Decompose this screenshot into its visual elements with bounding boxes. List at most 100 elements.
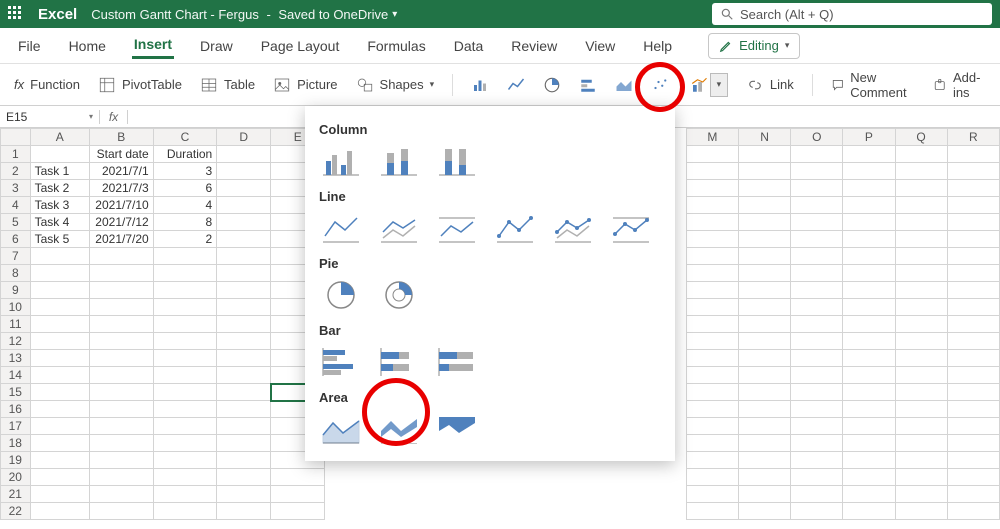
cell-A3[interactable]: Task 2 <box>30 180 89 197</box>
cell-C21[interactable] <box>153 486 217 503</box>
cell-Q5[interactable] <box>895 214 947 231</box>
cell-N9[interactable] <box>738 282 790 299</box>
cell-R13[interactable] <box>947 350 999 367</box>
row-header-3[interactable]: 3 <box>1 180 31 197</box>
row-header-19[interactable]: 19 <box>1 452 31 469</box>
cell-Q13[interactable] <box>895 350 947 367</box>
cell-C1[interactable]: Duration <box>153 146 217 163</box>
cell-O3[interactable] <box>791 180 843 197</box>
row-header-14[interactable]: 14 <box>1 367 31 384</box>
row-header-11[interactable]: 11 <box>1 316 31 333</box>
cell-O8[interactable] <box>791 265 843 282</box>
cell-D19[interactable] <box>217 452 271 469</box>
pie-chart-button[interactable] <box>543 76 561 94</box>
cell-N12[interactable] <box>738 333 790 350</box>
bar-chart-button[interactable] <box>579 76 597 94</box>
cell-C9[interactable] <box>153 282 217 299</box>
cell-D6[interactable] <box>217 231 271 248</box>
cell-C15[interactable] <box>153 384 217 401</box>
cell-B19[interactable] <box>89 452 153 469</box>
cell-A19[interactable] <box>30 452 89 469</box>
cell-O20[interactable] <box>791 469 843 486</box>
cell-M2[interactable] <box>686 163 738 180</box>
cell-O15[interactable] <box>791 384 843 401</box>
cell-M20[interactable] <box>686 469 738 486</box>
cell-N14[interactable] <box>738 367 790 384</box>
cell-N19[interactable] <box>738 452 790 469</box>
cell-N7[interactable] <box>738 248 790 265</box>
100-stacked-column-option[interactable] <box>435 143 479 179</box>
cell-N8[interactable] <box>738 265 790 282</box>
shapes-button[interactable]: Shapes ▾ <box>356 76 435 94</box>
row-header-9[interactable]: 9 <box>1 282 31 299</box>
col-header-B[interactable]: B <box>89 129 153 146</box>
cell-N15[interactable] <box>738 384 790 401</box>
chevron-down-icon[interactable]: ▾ <box>710 73 728 97</box>
cell-R6[interactable] <box>947 231 999 248</box>
cell-C3[interactable]: 6 <box>153 180 217 197</box>
row-header-1[interactable]: 1 <box>1 146 31 163</box>
cell-M9[interactable] <box>686 282 738 299</box>
cell-A10[interactable] <box>30 299 89 316</box>
cell-N4[interactable] <box>738 197 790 214</box>
cell-N17[interactable] <box>738 418 790 435</box>
cell-M3[interactable] <box>686 180 738 197</box>
area-option[interactable] <box>319 411 363 447</box>
cell-R17[interactable] <box>947 418 999 435</box>
cell-N3[interactable] <box>738 180 790 197</box>
cell-B22[interactable] <box>89 503 153 520</box>
100-stacked-area-option[interactable] <box>435 411 479 447</box>
row-header-8[interactable]: 8 <box>1 265 31 282</box>
tab-draw[interactable]: Draw <box>198 34 235 58</box>
cell-R15[interactable] <box>947 384 999 401</box>
row-header-22[interactable]: 22 <box>1 503 31 520</box>
cell-M1[interactable] <box>686 146 738 163</box>
cell-A12[interactable] <box>30 333 89 350</box>
cell-M16[interactable] <box>686 401 738 418</box>
100-stacked-line-markers-option[interactable] <box>609 210 653 246</box>
stacked-area-option[interactable] <box>377 411 421 447</box>
row-header-10[interactable]: 10 <box>1 299 31 316</box>
cell-C11[interactable] <box>153 316 217 333</box>
cell-N21[interactable] <box>738 486 790 503</box>
cell-R12[interactable] <box>947 333 999 350</box>
cell-R2[interactable] <box>947 163 999 180</box>
cell-P5[interactable] <box>843 214 895 231</box>
cell-P20[interactable] <box>843 469 895 486</box>
cell-O17[interactable] <box>791 418 843 435</box>
app-launcher-icon[interactable] <box>8 6 24 22</box>
cell-N13[interactable] <box>738 350 790 367</box>
cell-M15[interactable] <box>686 384 738 401</box>
cell-O13[interactable] <box>791 350 843 367</box>
line-option[interactable] <box>319 210 363 246</box>
cell-B12[interactable] <box>89 333 153 350</box>
cell-P2[interactable] <box>843 163 895 180</box>
row-header-17[interactable]: 17 <box>1 418 31 435</box>
cell-M11[interactable] <box>686 316 738 333</box>
cell-B2[interactable]: 2021/7/1 <box>89 163 153 180</box>
cell-A22[interactable] <box>30 503 89 520</box>
cell-M18[interactable] <box>686 435 738 452</box>
cell-R18[interactable] <box>947 435 999 452</box>
cell-A20[interactable] <box>30 469 89 486</box>
col-header-O[interactable]: O <box>791 129 843 146</box>
row-header-2[interactable]: 2 <box>1 163 31 180</box>
cell-R14[interactable] <box>947 367 999 384</box>
row-header-18[interactable]: 18 <box>1 435 31 452</box>
pivottable-button[interactable]: PivotTable <box>98 76 182 94</box>
search-input[interactable]: Search (Alt + Q) <box>712 3 992 25</box>
cell-O10[interactable] <box>791 299 843 316</box>
cell-O16[interactable] <box>791 401 843 418</box>
cell-C18[interactable] <box>153 435 217 452</box>
cell-R9[interactable] <box>947 282 999 299</box>
tab-insert[interactable]: Insert <box>132 32 174 59</box>
cell-O21[interactable] <box>791 486 843 503</box>
row-header-16[interactable]: 16 <box>1 401 31 418</box>
cell-B18[interactable] <box>89 435 153 452</box>
cell-N1[interactable] <box>738 146 790 163</box>
tab-file[interactable]: File <box>16 34 43 58</box>
cell-P17[interactable] <box>843 418 895 435</box>
cell-D17[interactable] <box>217 418 271 435</box>
new-comment-button[interactable]: New Comment <box>831 70 916 100</box>
cell-C7[interactable] <box>153 248 217 265</box>
